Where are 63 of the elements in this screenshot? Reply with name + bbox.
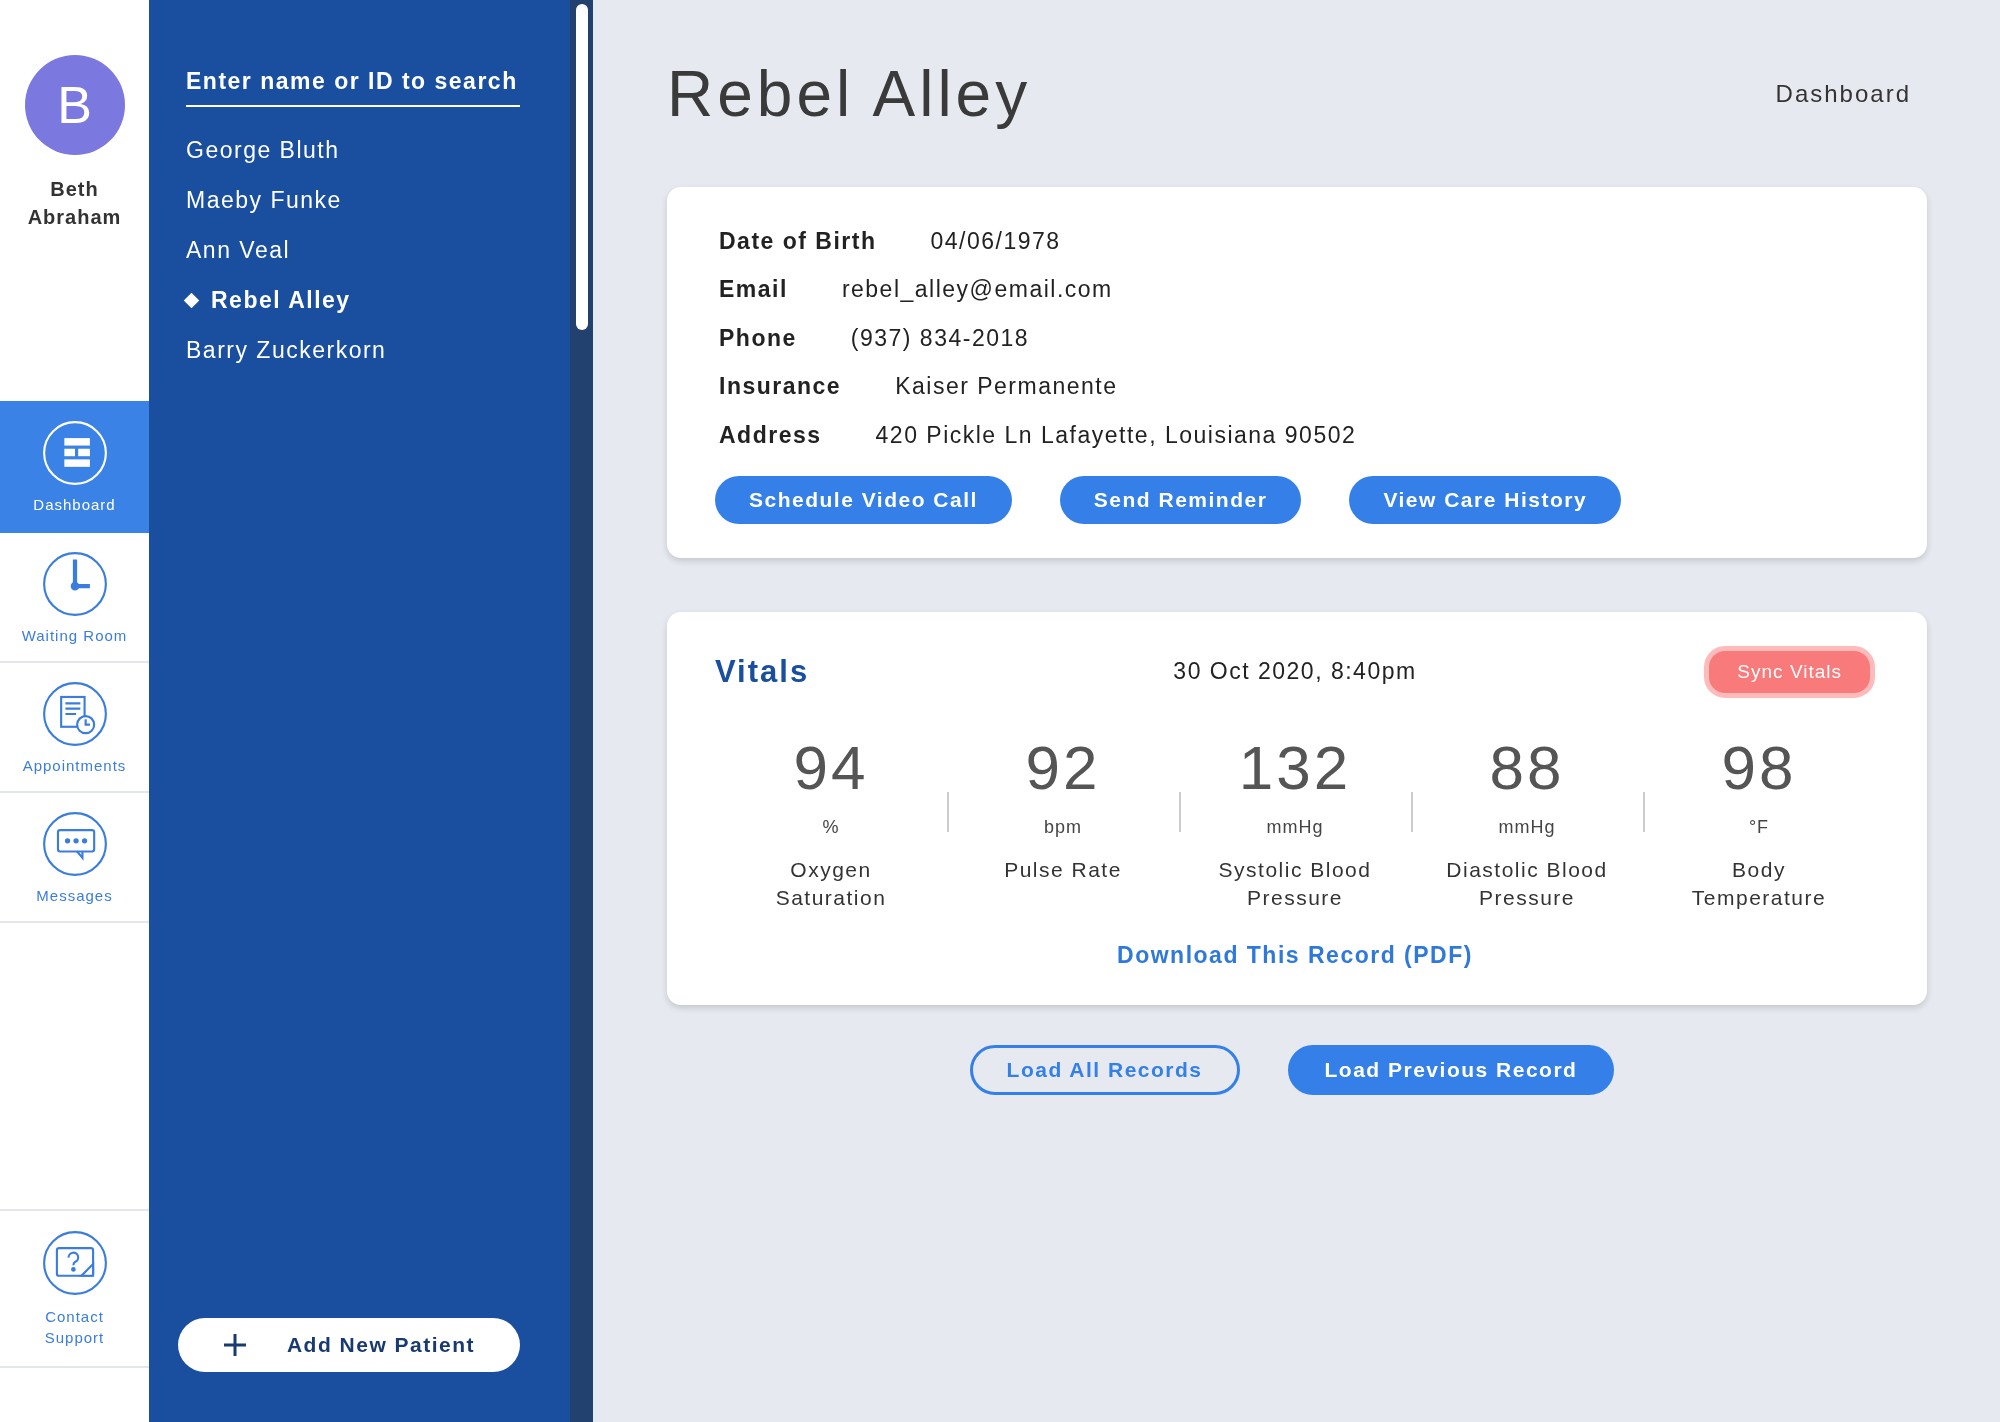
action-button[interactable]: View Care History: [1349, 475, 1622, 524]
info-label: Insurance: [719, 373, 842, 401]
help-icon: [41, 1229, 108, 1296]
nav-item[interactable]: Dashboard: [0, 401, 149, 533]
vitals-title: Vitals: [715, 653, 811, 690]
info-label: Address: [719, 421, 822, 449]
search-field[interactable]: Enter name or ID to search: [186, 60, 520, 107]
nav-label: Waiting Room: [21, 626, 128, 644]
patient-item[interactable]: Rebel Alley: [186, 275, 570, 325]
patient-item[interactable]: George Bluth: [186, 125, 570, 175]
vital-value: 98: [1721, 731, 1797, 803]
vital-unit: %: [822, 816, 840, 838]
breadcrumb: Dashboard: [1775, 79, 1911, 108]
info-label: Date of Birth: [719, 227, 877, 255]
chat-bubble-icon: [41, 810, 108, 877]
add-patient-button[interactable]: Add New Patient: [178, 1318, 520, 1372]
action-button[interactable]: Schedule Video Call: [715, 475, 1012, 524]
vital-value: 92: [1025, 731, 1101, 803]
scrollbar-thumb[interactable]: [575, 4, 588, 330]
info-value: rebel_alley@email.com: [841, 276, 1113, 304]
nav-label: Contact Support: [43, 1306, 106, 1348]
nav-label: Messages: [36, 886, 113, 904]
patient-name: Rebel Alley: [211, 286, 351, 314]
user-name: Beth Abraham: [26, 177, 123, 230]
record-button[interactable]: Load Previous Record: [1287, 1044, 1615, 1095]
sync-vitals-button[interactable]: Sync Vitals: [1704, 645, 1875, 698]
vital-unit: mmHg: [1266, 816, 1324, 838]
info-value: 420 Pickle Ln Lafayette, Louisiana 90502: [875, 421, 1357, 449]
record-button[interactable]: Load All Records: [969, 1044, 1240, 1095]
vital-label: Pulse Rate: [1003, 856, 1123, 883]
vital-value: 88: [1489, 731, 1565, 803]
vital-unit: °F: [1748, 816, 1770, 838]
vital-label: Oxygen Saturation: [774, 856, 888, 911]
document-clock-icon: [41, 680, 108, 747]
user-avatar: B: [24, 55, 125, 155]
patient-name: Barry Zuckerkorn: [186, 336, 387, 364]
vital-value: 132: [1238, 731, 1352, 803]
vital-unit: bpm: [1044, 816, 1082, 838]
patient-item[interactable]: Barry Zuckerkorn: [186, 325, 570, 375]
vital-label: Systolic Blood Pressure: [1217, 856, 1373, 911]
nav-label: Appointments: [22, 756, 127, 774]
nav-label: Dashboard: [33, 495, 116, 513]
vital-label: Diastolic Blood Pressure: [1445, 856, 1609, 911]
patient-item[interactable]: Ann Veal: [186, 225, 570, 275]
info-label: Email: [719, 276, 788, 304]
page-title: Rebel Alley: [667, 56, 1032, 131]
patient-name: Ann Veal: [186, 236, 291, 264]
vital-unit: mmHg: [1498, 816, 1556, 838]
download-link[interactable]: Download This Record (PDF): [1117, 941, 1473, 969]
patient-item[interactable]: Maeby Funke: [186, 175, 570, 225]
info-label: Phone: [719, 324, 797, 352]
vital-value: 94: [793, 731, 869, 803]
vitals-timestamp: 30 Oct 2020, 8:40pm: [1173, 658, 1417, 685]
clock-icon: [41, 550, 108, 617]
vital-label: Body Temperature: [1690, 856, 1828, 911]
patient-name: Maeby Funke: [186, 186, 342, 214]
patient-name: George Bluth: [186, 136, 340, 164]
info-value: (937) 834-2018: [850, 324, 1030, 352]
info-value: 04/06/1978: [930, 227, 1061, 255]
plus-icon: [222, 1333, 247, 1357]
info-value: Kaiser Permanente: [895, 373, 1118, 401]
dashboard-icon: [41, 419, 108, 486]
action-button[interactable]: Send Reminder: [1059, 475, 1302, 524]
